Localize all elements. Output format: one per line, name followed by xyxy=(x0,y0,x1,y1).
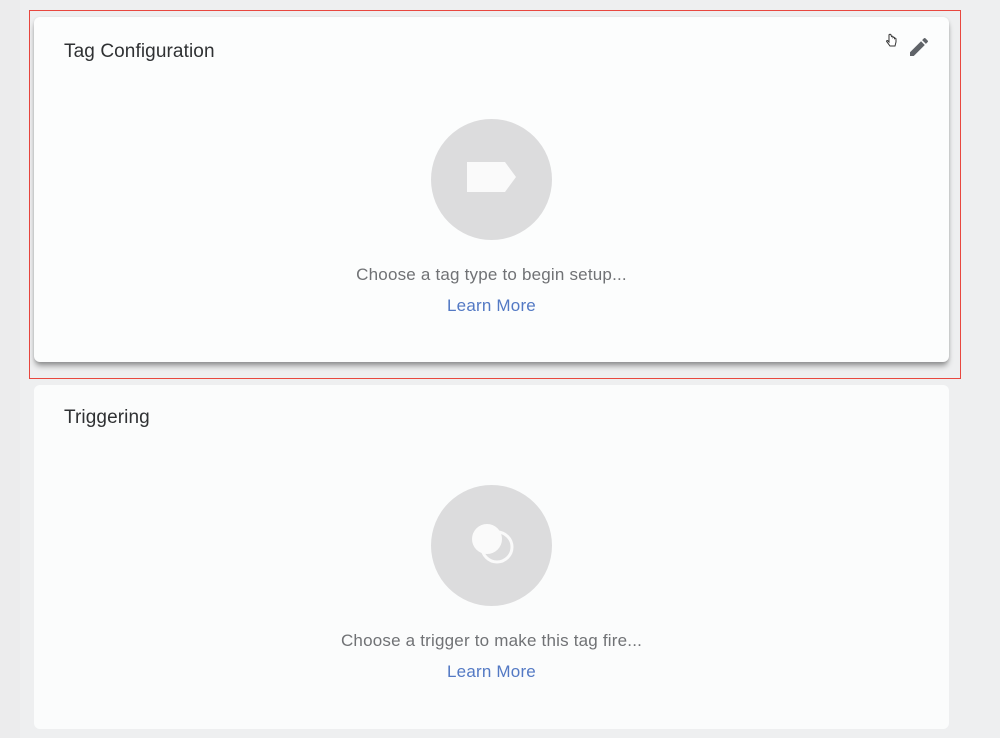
edit-tag-configuration-button[interactable] xyxy=(905,35,933,63)
triggering-card[interactable]: Triggering Choose a trigger to make this… xyxy=(34,385,949,729)
learn-more-link[interactable]: Learn More xyxy=(34,662,949,682)
hand-cursor-icon xyxy=(885,33,899,49)
tag-icon xyxy=(466,162,517,197)
learn-more-link[interactable]: Learn More xyxy=(34,296,949,316)
card-title: Triggering xyxy=(64,407,150,428)
card-title: Tag Configuration xyxy=(64,41,215,62)
tag-configuration-card[interactable]: Tag Configuration Choose a tag type to b… xyxy=(34,17,949,362)
page-background xyxy=(0,0,20,738)
trigger-placeholder[interactable] xyxy=(431,485,552,606)
tag-type-placeholder[interactable] xyxy=(431,119,552,240)
trigger-circles-icon xyxy=(464,515,520,576)
tag-type-hint: Choose a tag type to begin setup... xyxy=(356,265,627,284)
pencil-icon xyxy=(907,35,931,64)
trigger-hint: Choose a trigger to make this tag fire..… xyxy=(340,631,643,650)
